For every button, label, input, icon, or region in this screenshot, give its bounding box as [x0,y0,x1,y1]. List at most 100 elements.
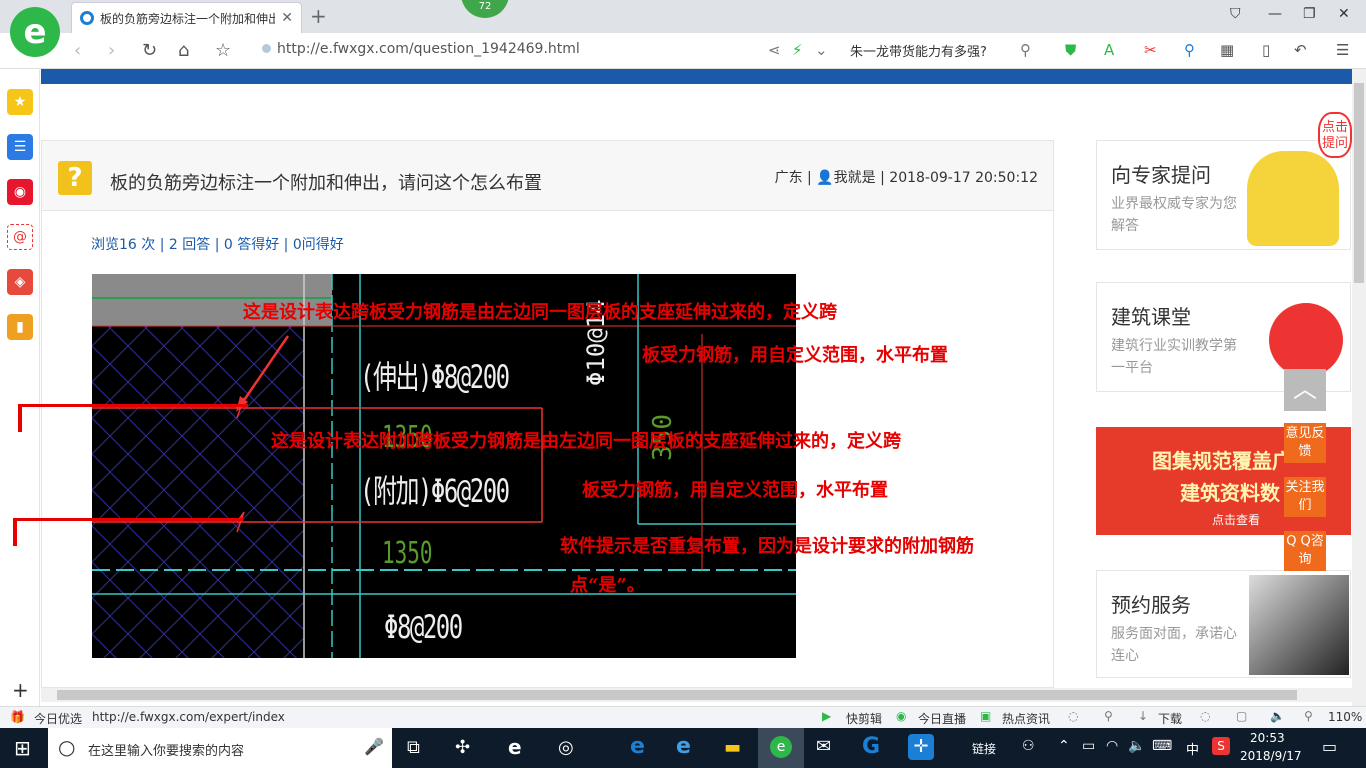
banner-cta[interactable]: 点击查看 [1212,511,1260,528]
undo-icon[interactable]: ↶ [1294,41,1307,59]
volume-icon[interactable]: 🔈 [1128,738,1145,754]
browser-logo[interactable]: e [10,7,60,57]
edge-icon[interactable]: e [630,734,645,759]
back-button[interactable]: ‹ [74,40,81,61]
ime-indicator[interactable]: 中 [1186,739,1199,758]
globe-icon[interactable]: ◌ [1068,709,1078,723]
address-bar[interactable]: http://e.fwxgx.com/question_1942469.html [262,41,580,57]
sogou-icon[interactable]: S [1212,737,1230,755]
vertical-scrollbar[interactable] [1352,69,1366,706]
links-toolbar[interactable]: 链接 [972,740,996,757]
browser-tab[interactable]: 板的负筋旁边标注一个附加和伸出，请问这个怎么布置 ✕ [71,2,302,33]
tab-close-icon[interactable]: ✕ [281,10,293,26]
add-sidebar-button[interactable]: + [12,678,29,702]
qq-consult-button[interactable]: Q Q咨询 [1284,531,1326,571]
clock-date[interactable]: 2018/9/17 [1240,749,1302,763]
menu-icon[interactable]: ☰ [1336,41,1349,59]
ie-taskbar-icon[interactable]: e [508,735,522,759]
note3-line1: 软件提示是否重复布置，因为是设计要求的附加钢筋 [560,536,974,557]
translate-icon[interactable]: A [1104,41,1114,59]
site-header-bar [41,69,1352,84]
windows-start-icon[interactable]: ⊞ [14,736,31,760]
restore-button[interactable]: ❐ [1303,6,1316,22]
g-app-icon[interactable]: G [862,734,880,759]
notification-badge[interactable]: 72 [461,0,509,18]
share-icon[interactable]: ⋖ [768,41,781,59]
home-button[interactable]: ⌂ [178,40,189,61]
horizontal-scrollbar[interactable] [41,688,1352,702]
horizontal-scroll-thumb[interactable] [57,690,1297,700]
favorites-icon[interactable]: ★ [7,89,33,115]
live-icon: ◉ [896,709,907,723]
dim-top-label: Φ10@14 [582,299,610,386]
search-box[interactable]: 朱一龙带货能力有多强? [850,41,987,60]
feedback-button[interactable]: 意见反馈 [1284,423,1326,463]
status-item-news[interactable]: 热点资讯 [1002,710,1050,727]
favorite-star-button[interactable]: ☆ [215,40,231,61]
new-tab-button[interactable]: + [310,4,327,28]
booking-card[interactable]: 预约服务 服务面对面，承诺心连心 [1096,570,1351,678]
sound-icon[interactable]: 🔈 [1270,709,1285,723]
pin-icon[interactable]: ⚲ [1104,709,1113,723]
shirt-icon[interactable]: ⛉ [1230,6,1241,22]
pinwheel-icon[interactable]: ✣ [455,737,470,758]
windows-taskbar: ⊞ ○ 在这里输入你要搜索的内容 🎤 ⧉ ✣ e ◎ e e ▬ e ✉ G ✛… [0,728,1366,768]
tray-chevron-icon[interactable]: ⌃ [1058,738,1070,754]
note1-line1: 这是设计表达跨板受力钢筋是由左边同一图层板的支座延伸过来的，定义跨 [243,302,837,323]
action-center-icon[interactable]: ▭ [1322,737,1337,756]
shield-icon[interactable]: ⛊ [1065,41,1076,59]
keyboard-icon[interactable]: ⌨ [1152,738,1172,754]
question-user[interactable]: 我就是 [834,170,876,186]
handshake-image [1249,575,1349,675]
magnifier-icon[interactable]: ⚲ [1184,41,1195,59]
clock-time[interactable]: 20:53 [1250,731,1285,745]
status-item-live[interactable]: 今日直播 [918,710,966,727]
ask-expert-card[interactable]: 向专家提问 业界最权威专家为您解答 [1096,140,1351,250]
weibo-icon[interactable]: ◉ [7,179,33,205]
taskbar-search[interactable]: ○ 在这里输入你要搜索的内容 🎤 [48,728,392,768]
vertical-scroll-thumb[interactable] [1354,83,1364,283]
close-button[interactable]: ✕ [1338,6,1350,22]
news-status-icon: ▣ [980,709,992,723]
refresh-button[interactable]: ↻ [142,40,157,61]
status-bar: 🎁 今日优选 http://e.fwxgx.com/expert/index ▶… [0,706,1366,728]
daily-picks-label[interactable]: 今日优选 [34,710,82,727]
task-view-icon[interactable]: ⧉ [407,737,420,758]
status-item-download[interactable]: 下载 [1158,710,1182,727]
battery-icon[interactable]: ▭ [1082,738,1095,754]
news-icon[interactable]: ☰ [7,134,33,160]
refresh-status-icon[interactable]: ◌ [1200,709,1210,723]
mic-icon[interactable]: 🎤 [364,737,384,756]
status-item-clip[interactable]: 快剪辑 [846,710,882,727]
url-text: http://e.fwxgx.com/question_1942469.html [277,41,580,57]
zoom-level[interactable]: 110% [1328,710,1362,724]
note3-line2: 点“是”。 [570,575,645,596]
reading-icon[interactable]: ▯ [1262,41,1270,59]
notes-icon[interactable]: ▮ [7,314,33,340]
folder-icon[interactable]: ▬ [724,737,741,758]
back-to-top-button[interactable]: ︿ [1284,369,1326,411]
zoom-icon[interactable]: ⚲ [1304,709,1313,723]
wifi-icon[interactable]: ◠ [1106,738,1118,754]
scissors-icon[interactable]: ✂ [1144,41,1157,59]
follow-button[interactable]: 关注我们 [1284,477,1326,517]
people-icon[interactable]: ⚇ [1022,738,1035,754]
ask-bubble-tag[interactable]: 点击提问 [1318,112,1352,158]
window-icon[interactable]: ▢ [1236,709,1247,723]
mail-icon[interactable]: @ [7,224,33,250]
apps-icon[interactable]: ▦ [1220,41,1234,59]
game-icon[interactable]: ◈ [7,269,33,295]
forward-button[interactable]: › [108,40,115,61]
question-stats: 浏览16 次 | 2 回答 | 0 答得好 | 0问得好 [91,237,344,253]
mail-task-icon[interactable]: ✉ [816,736,831,757]
lightning-icon[interactable]: ⚡ [792,41,803,59]
minimize-button[interactable]: — [1268,6,1282,22]
app-spiral-icon[interactable]: ◎ [558,737,574,758]
ie-blue-icon[interactable]: e [676,734,691,759]
active-browser-task[interactable]: e [758,728,804,768]
plus-app-icon[interactable]: ✛ [908,734,934,760]
banner-line2: 建筑资料数 [1180,481,1280,505]
chevron-down-icon[interactable]: ⌄ [815,41,828,59]
banner-line1: 图集规范覆盖广 [1152,449,1292,473]
search-icon[interactable]: ⚲ [1020,41,1031,59]
